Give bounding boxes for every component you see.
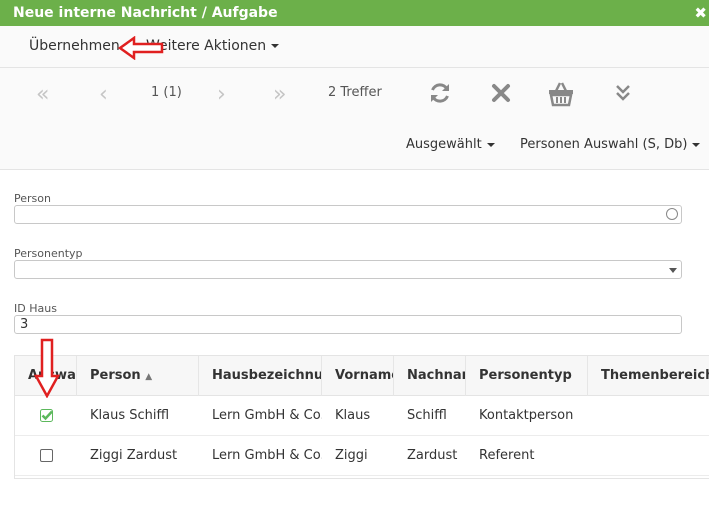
dialog-titlebar: Neue interne Nachricht / Aufgabe ✖ [0, 0, 709, 26]
close-icon[interactable]: ✖ [694, 0, 707, 26]
more-actions-label: Weitere Aktionen [146, 38, 267, 54]
column-header-person-label: Person [90, 368, 141, 383]
more-actions-dropdown[interactable]: Weitere Aktionen [146, 38, 280, 54]
persontype-label: Personentyp [14, 247, 83, 260]
hits-count: 2 Treffer [328, 85, 382, 100]
column-header-person[interactable]: Person ▲ [77, 356, 199, 396]
apply-button[interactable]: Übernehmen [29, 38, 120, 54]
cell-firstname: Klaus [335, 408, 371, 423]
cell-topic [588, 396, 709, 436]
chevron-down-icon [486, 142, 495, 147]
selection-checkbox[interactable] [40, 449, 53, 462]
cell-house: Lern GmbH & Co. [212, 408, 322, 423]
column-header-persontype[interactable]: Personentyp [466, 356, 588, 396]
table-row[interactable]: Ziggi Zardust Lern GmbH & Co. Ziggi Zard… [15, 436, 709, 476]
person-label: Person [14, 192, 51, 205]
cell-firstname: Ziggi [335, 448, 368, 463]
column-header-lastname[interactable]: Nachname [394, 356, 466, 396]
selected-dropdown[interactable]: Ausgewählt [406, 137, 495, 152]
chevron-down-icon [271, 44, 280, 48]
person-selection-label: Personen Auswahl (S, Db) [520, 137, 688, 152]
dialog-title: Neue interne Nachricht / Aufgabe [13, 5, 278, 21]
house-id-input[interactable]: 3 [14, 315, 682, 334]
sort-asc-icon: ▲ [145, 372, 153, 382]
persons-table: Auswahl Person ▲ Hausbezeichnung Vorname… [14, 355, 709, 479]
cell-house: Lern GmbH & Co. [212, 448, 322, 463]
column-header-topic[interactable]: Themenbereich [588, 356, 709, 396]
person-selection-dropdown[interactable]: Personen Auswahl (S, Db) [520, 137, 701, 152]
basket-icon[interactable] [547, 80, 575, 112]
last-page-icon[interactable]: » [273, 80, 286, 110]
table-header: Auswahl Person ▲ Hausbezeichnung Vorname… [15, 356, 709, 396]
table-row[interactable]: Klaus Schiffl Lern GmbH & Co. Klaus Schi… [15, 396, 709, 436]
expand-icon[interactable] [614, 80, 632, 110]
clear-icon[interactable] [490, 80, 512, 110]
persontype-select[interactable] [14, 260, 682, 279]
person-input[interactable] [14, 205, 682, 224]
column-header-house[interactable]: Hausbezeichnung [199, 356, 322, 396]
chevron-down-icon [669, 268, 677, 273]
house-id-label: ID Haus [14, 302, 57, 315]
first-page-icon[interactable]: « [36, 80, 49, 110]
cell-persontype: Kontaktperson [479, 408, 574, 423]
cell-person: Klaus Schiffl [90, 408, 170, 423]
page-indicator: 1 (1) [151, 85, 182, 100]
selected-dropdown-label: Ausgewählt [406, 137, 482, 152]
next-page-icon[interactable]: › [217, 80, 226, 110]
prev-page-icon[interactable]: ‹ [99, 80, 108, 110]
house-id-value: 3 [20, 317, 29, 332]
refresh-icon[interactable] [428, 80, 452, 110]
cell-lastname: Zardust [407, 448, 458, 463]
cell-lastname: Schiffl [407, 408, 447, 423]
selection-checkbox-checked[interactable] [40, 409, 53, 422]
column-header-firstname[interactable]: Vorname [322, 356, 394, 396]
cell-topic [588, 436, 709, 476]
cell-persontype: Referent [479, 448, 535, 463]
cell-person: Ziggi Zardust [90, 448, 178, 463]
search-circle-icon[interactable] [666, 208, 678, 220]
chevron-down-icon [692, 142, 701, 147]
column-header-selection[interactable]: Auswahl [15, 356, 77, 396]
action-bar: Übernehmen Weitere Aktionen [0, 26, 709, 68]
